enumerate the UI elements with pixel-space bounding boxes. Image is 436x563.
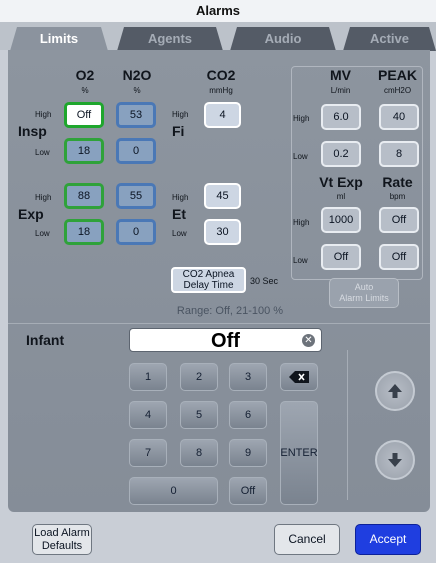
co2-et-high-button[interactable]: 45: [204, 183, 241, 209]
vtexp-header: Vt Exp: [319, 174, 363, 190]
o2-insp-high-button[interactable]: Off: [64, 102, 104, 128]
o2-header: O2: [75, 67, 95, 83]
exp-label: Exp: [18, 206, 44, 222]
vtexp-high-label: High: [293, 218, 310, 227]
tab-limits[interactable]: Limits: [10, 27, 108, 51]
o2-exp-low-button[interactable]: 18: [64, 219, 104, 245]
key-0[interactable]: 0: [129, 477, 218, 505]
peak-header: PEAK: [378, 67, 417, 83]
key-9[interactable]: 9: [229, 439, 267, 467]
decrease-button[interactable]: [375, 440, 415, 480]
increase-button[interactable]: [375, 371, 415, 411]
et-low-label: Low: [172, 229, 187, 238]
mv-low-label: Low: [293, 152, 308, 161]
section-divider: [8, 323, 430, 324]
n2o-insp-low-button[interactable]: 0: [116, 138, 156, 164]
co2-header: CO2: [206, 67, 236, 83]
mv-header: MV: [330, 67, 351, 83]
vtexp-low-button[interactable]: Off: [321, 244, 361, 270]
co2-apnea-delay-button[interactable]: CO2 Apnea Delay Time: [171, 267, 246, 293]
key-2[interactable]: 2: [180, 363, 218, 391]
insp-label: Insp: [18, 123, 47, 139]
fi-label: Fi: [172, 123, 185, 139]
auto-label-line1: Auto: [354, 282, 374, 292]
insp-high-label: High: [35, 110, 52, 119]
load-label-line2: Defaults: [41, 539, 83, 552]
tab-active[interactable]: Active: [343, 27, 436, 51]
fi-high-label: High: [172, 110, 189, 119]
range-text: Range: Off, 21-100 %: [176, 305, 284, 317]
n2o-unit: %: [133, 86, 141, 95]
auto-label-line2: Alarm Limits: [339, 293, 389, 303]
o2-exp-high-button[interactable]: 88: [64, 183, 104, 209]
arrow-up-icon: [388, 384, 402, 398]
entry-value: Off: [211, 330, 240, 352]
clear-icon[interactable]: ✕: [302, 334, 315, 347]
window-title: Alarms: [0, 0, 436, 22]
et-high-label: High: [172, 193, 189, 202]
mv-high-label: High: [293, 114, 310, 123]
cancel-button[interactable]: Cancel: [274, 524, 340, 555]
arrow-down-icon: [388, 453, 402, 467]
co2-unit: mmHg: [209, 86, 233, 95]
peak-low-button[interactable]: 8: [379, 141, 419, 167]
key-3[interactable]: 3: [229, 363, 267, 391]
tab-audio[interactable]: Audio: [230, 27, 336, 51]
n2o-exp-high-button[interactable]: 55: [116, 183, 156, 209]
rate-header: Rate: [382, 174, 413, 190]
backspace-button[interactable]: [280, 363, 318, 391]
key-off[interactable]: Off: [229, 477, 267, 505]
peak-unit: cmH2O: [383, 86, 412, 95]
n2o-insp-high-button[interactable]: 53: [116, 102, 156, 128]
vtexp-unit: ml: [336, 192, 346, 201]
et-label: Et: [172, 206, 186, 222]
o2-unit: %: [81, 86, 89, 95]
o2-insp-low-button[interactable]: 18: [64, 138, 104, 164]
n2o-exp-low-button[interactable]: 0: [116, 219, 156, 245]
mv-low-button[interactable]: 0.2: [321, 141, 361, 167]
apnea-value: 30 Sec: [250, 276, 279, 286]
vtexp-high-button[interactable]: 1000: [321, 207, 361, 233]
vertical-divider: [347, 350, 348, 500]
tab-agents[interactable]: Agents: [117, 27, 223, 51]
co2-et-low-button[interactable]: 30: [204, 219, 241, 245]
exp-high-label: High: [35, 193, 52, 202]
peak-high-button[interactable]: 40: [379, 104, 419, 130]
key-8[interactable]: 8: [180, 439, 218, 467]
apnea-label-line1: CO2 Apnea: [182, 269, 235, 280]
mv-high-button[interactable]: 6.0: [321, 104, 361, 130]
load-label-line1: Load Alarm: [34, 526, 90, 539]
entry-label: Infant: [26, 332, 65, 348]
mv-unit: L/min: [330, 86, 351, 95]
co2-fi-high-button[interactable]: 4: [204, 102, 241, 128]
rate-high-button[interactable]: Off: [379, 207, 419, 233]
exp-low-label: Low: [35, 229, 50, 238]
key-4[interactable]: 4: [129, 401, 167, 429]
rate-unit: bpm: [389, 192, 406, 201]
key-5[interactable]: 5: [180, 401, 218, 429]
auto-alarm-limits-button[interactable]: Auto Alarm Limits: [329, 278, 399, 308]
enter-button[interactable]: ENTER: [280, 401, 318, 505]
insp-low-label: Low: [35, 148, 50, 157]
key-6[interactable]: 6: [229, 401, 267, 429]
rate-low-button[interactable]: Off: [379, 244, 419, 270]
value-entry-field[interactable]: Off ✕: [129, 328, 322, 352]
load-alarm-defaults-button[interactable]: Load Alarm Defaults: [32, 524, 92, 555]
key-1[interactable]: 1: [129, 363, 167, 391]
vtexp-low-label: Low: [293, 256, 308, 265]
accept-button[interactable]: Accept: [355, 524, 421, 555]
apnea-label-line2: Delay Time: [183, 280, 234, 291]
backspace-icon: [289, 371, 309, 383]
key-7[interactable]: 7: [129, 439, 167, 467]
n2o-header: N2O: [122, 67, 152, 83]
